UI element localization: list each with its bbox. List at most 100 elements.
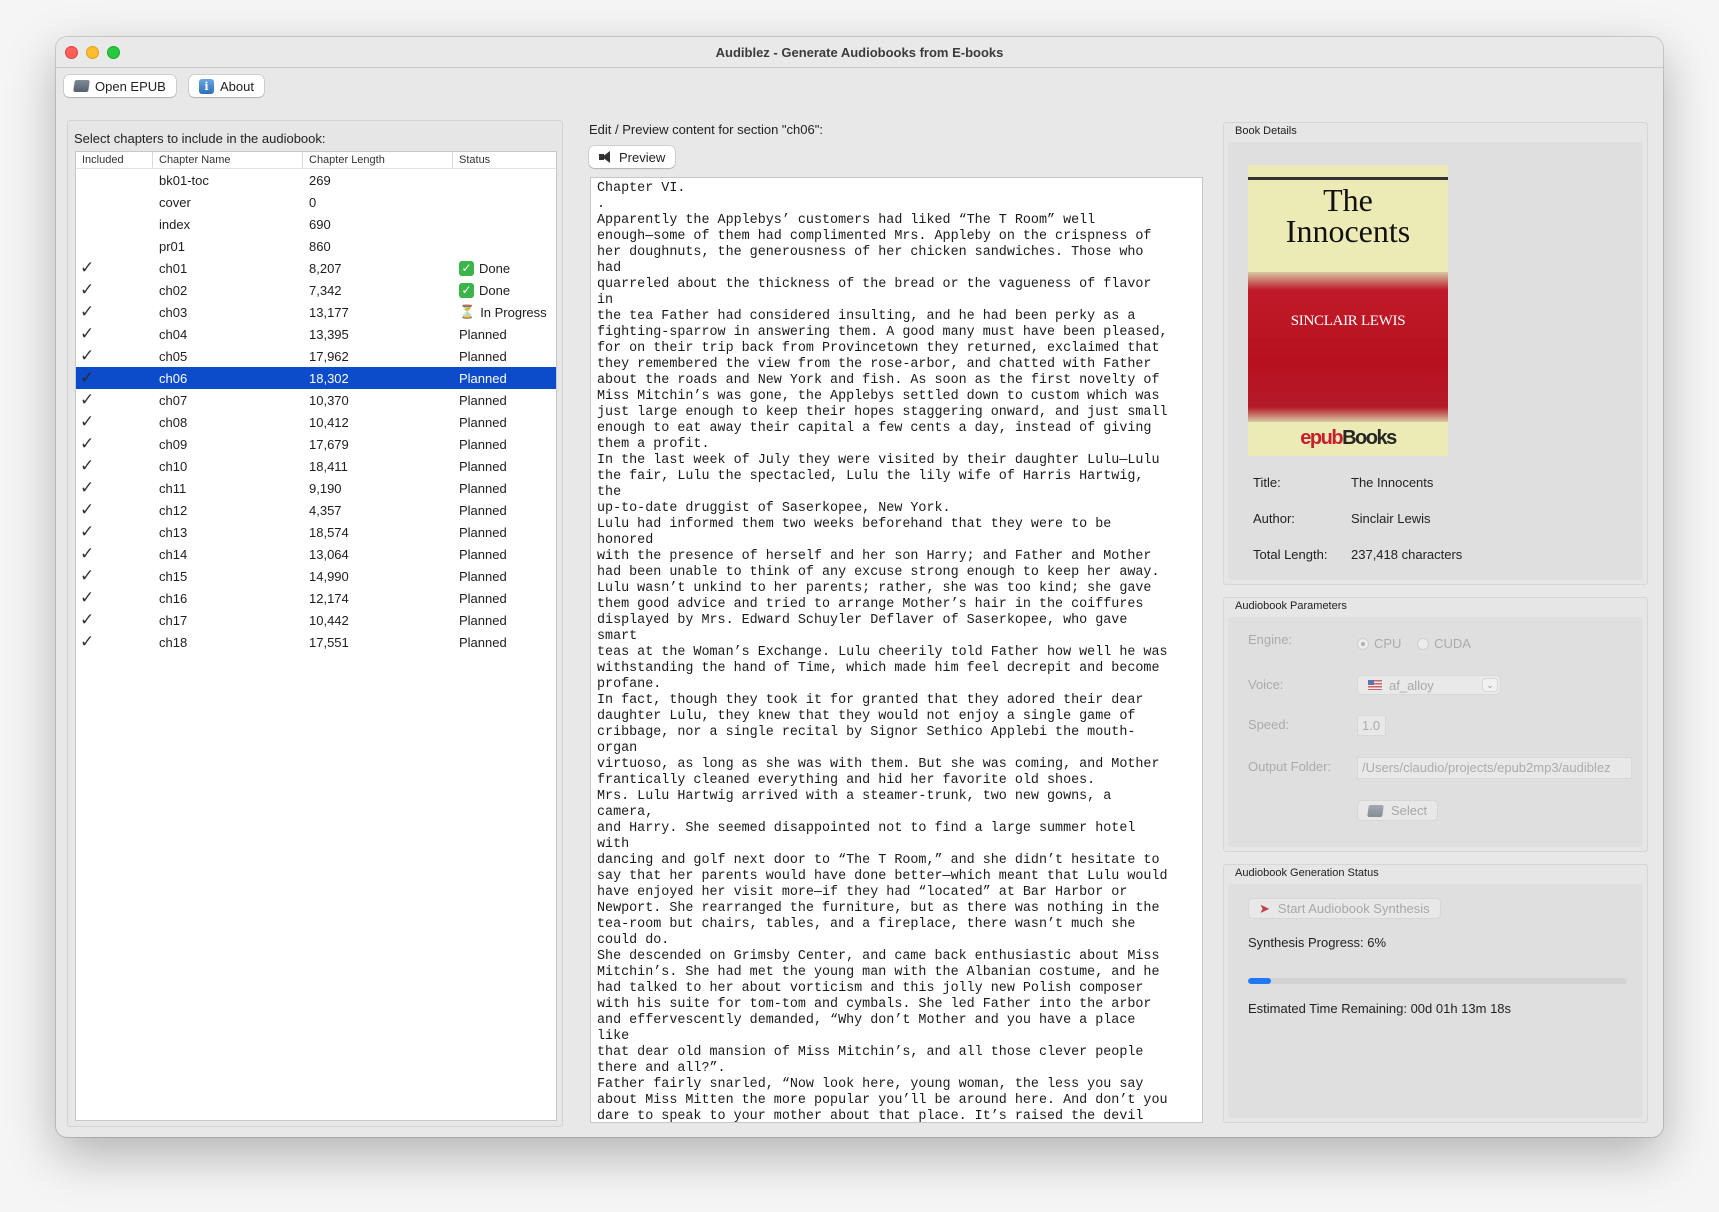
start-synthesis-label: Start Audiobook Synthesis bbox=[1277, 901, 1430, 916]
chapter-length: 860 bbox=[309, 238, 331, 254]
chapter-status: ✓ Done bbox=[453, 260, 556, 276]
engine-option-cuda[interactable]: CUDA bbox=[1417, 636, 1471, 651]
table-row[interactable]: ✓ ch14 13,064 Planned bbox=[76, 543, 556, 565]
window-title: Audiblez - Generate Audiobooks from E-bo… bbox=[715, 44, 1004, 60]
included-checkmark[interactable]: ✓ bbox=[76, 521, 153, 543]
included-checkmark[interactable]: ✓ bbox=[76, 257, 153, 279]
output-folder-input[interactable]: /Users/claudio/projects/epub2mp3/audible… bbox=[1357, 757, 1632, 779]
cover-author: SINCLAIR LEWIS bbox=[1290, 313, 1406, 329]
cover-publisher-logo: epubBooks bbox=[1248, 427, 1448, 450]
engine-option-cpu[interactable]: CPU bbox=[1357, 636, 1401, 651]
table-row[interactable]: ✓ ch11 9,190 Planned bbox=[76, 477, 556, 499]
status-text: Planned bbox=[459, 634, 507, 650]
hourglass-icon: ⏳ bbox=[459, 304, 476, 319]
included-checkmark[interactable]: ✓ bbox=[76, 477, 153, 499]
chapter-status: Planned bbox=[453, 525, 556, 540]
table-row[interactable]: ✓ ch01 8,207 ✓ Done bbox=[76, 257, 556, 279]
included-checkmark[interactable] bbox=[76, 169, 153, 191]
included-checkmark[interactable] bbox=[76, 191, 153, 213]
preview-button[interactable]: Preview bbox=[589, 146, 676, 168]
table-row[interactable]: ✓ ch04 13,395 Planned bbox=[76, 323, 556, 345]
chevron-down-icon: ⌄ bbox=[1482, 678, 1498, 692]
parameters-body: Engine: CPU CUDA Voice: af_alloy ⌄ Speed… bbox=[1228, 617, 1643, 847]
start-synthesis-button[interactable]: ➤ Start Audiobook Synthesis bbox=[1248, 898, 1441, 919]
table-row[interactable]: ✓ ch06 18,302 Planned bbox=[76, 367, 556, 389]
book-details-body: The Innocents SINCLAIR LEWIS epubBooks T… bbox=[1228, 142, 1643, 580]
radio-cuda[interactable] bbox=[1417, 638, 1430, 650]
us-flag-icon bbox=[1368, 680, 1382, 690]
column-header-chapter-name[interactable]: Chapter Name bbox=[153, 152, 303, 168]
included-checkmark[interactable]: ✓ bbox=[76, 433, 153, 455]
cover-red-band bbox=[1248, 272, 1448, 422]
included-checkmark[interactable] bbox=[76, 235, 153, 257]
voice-value: af_alloy bbox=[1389, 677, 1434, 693]
included-checkmark[interactable]: ✓ bbox=[76, 587, 153, 609]
included-checkmark[interactable]: ✓ bbox=[76, 279, 153, 301]
minimize-window-button[interactable] bbox=[86, 46, 99, 59]
open-epub-label: Open EPUB bbox=[95, 78, 166, 94]
table-row[interactable]: ✓ ch16 12,174 Planned bbox=[76, 587, 556, 609]
table-row[interactable]: ✓ ch12 4,357 Planned bbox=[76, 499, 556, 521]
radio-cpu[interactable] bbox=[1357, 638, 1369, 650]
book-details-title: Book Details bbox=[1235, 125, 1297, 137]
chapter-length: 13,064 bbox=[309, 546, 349, 562]
book-details-group: Book Details The Innocents SINCLAIR LEWI… bbox=[1223, 122, 1648, 585]
included-checkmark[interactable]: ✓ bbox=[76, 323, 153, 345]
included-checkmark[interactable]: ✓ bbox=[76, 367, 153, 389]
maximize-window-button[interactable] bbox=[107, 46, 120, 59]
included-checkmark[interactable]: ✓ bbox=[76, 631, 153, 653]
table-row[interactable]: ✓ ch08 10,412 Planned bbox=[76, 411, 556, 433]
chapter-text-editor[interactable]: Chapter VI. . Apparently the Applebys’ c… bbox=[590, 177, 1203, 1123]
included-checkmark[interactable]: ✓ bbox=[76, 609, 153, 631]
table-row[interactable]: ✓ ch13 18,574 Planned bbox=[76, 521, 556, 543]
chapter-name: ch02 bbox=[159, 282, 188, 298]
open-epub-button[interactable]: Open EPUB bbox=[64, 75, 176, 97]
chapter-length: 8,207 bbox=[309, 260, 342, 276]
table-row[interactable]: ✓ ch09 17,679 Planned bbox=[76, 433, 556, 455]
voice-select[interactable]: af_alloy ⌄ bbox=[1357, 675, 1501, 695]
table-row[interactable]: cover 0 bbox=[76, 191, 556, 213]
table-row[interactable]: ✓ ch15 14,990 Planned bbox=[76, 565, 556, 587]
status-text: Done bbox=[479, 260, 511, 276]
included-checkmark[interactable]: ✓ bbox=[76, 301, 153, 323]
included-checkmark[interactable]: ✓ bbox=[76, 389, 153, 411]
close-window-button[interactable] bbox=[65, 46, 78, 59]
included-checkmark[interactable]: ✓ bbox=[76, 499, 153, 521]
column-header-included[interactable]: Included bbox=[76, 152, 153, 168]
chapters-table[interactable]: Included Chapter Name Chapter Length Sta… bbox=[75, 151, 557, 1121]
table-row[interactable]: ✓ ch18 17,551 Planned bbox=[76, 631, 556, 653]
cover-publisher-part1: epub bbox=[1300, 427, 1343, 449]
engine-label: Engine: bbox=[1248, 632, 1293, 647]
select-folder-button[interactable]: Select bbox=[1357, 800, 1439, 821]
column-header-chapter-length[interactable]: Chapter Length bbox=[303, 152, 453, 168]
column-header-status[interactable]: Status bbox=[453, 152, 556, 168]
status-title: Audiobook Generation Status bbox=[1235, 867, 1379, 879]
app-window: Audiblez - Generate Audiobooks from E-bo… bbox=[56, 37, 1663, 1137]
included-checkmark[interactable]: ✓ bbox=[76, 455, 153, 477]
rocket-icon: ➤ bbox=[1259, 900, 1270, 916]
chapters-label: Select chapters to include in the audiob… bbox=[74, 131, 326, 146]
table-row[interactable]: ✓ ch17 10,442 Planned bbox=[76, 609, 556, 631]
table-row[interactable]: ✓ ch07 10,370 Planned bbox=[76, 389, 556, 411]
included-checkmark[interactable] bbox=[76, 213, 153, 235]
check-box-icon: ✓ bbox=[459, 282, 474, 298]
table-row[interactable]: ✓ ch03 13,177 ⏳ In Progress bbox=[76, 301, 556, 323]
table-row[interactable]: ✓ ch02 7,342 ✓ Done bbox=[76, 279, 556, 301]
table-row[interactable]: pr01 860 bbox=[76, 235, 556, 257]
about-button[interactable]: i About bbox=[189, 75, 264, 97]
table-row[interactable]: ✓ ch05 17,962 Planned bbox=[76, 345, 556, 367]
included-checkmark[interactable]: ✓ bbox=[76, 543, 153, 565]
speed-input[interactable]: 1.0 bbox=[1357, 715, 1386, 736]
chapter-length: 690 bbox=[309, 216, 331, 232]
length-value: 237,418 characters bbox=[1351, 547, 1463, 562]
included-checkmark[interactable]: ✓ bbox=[76, 345, 153, 367]
chapter-length: 9,190 bbox=[309, 480, 342, 496]
table-row[interactable]: bk01-toc 269 bbox=[76, 169, 556, 191]
status-text: Planned bbox=[459, 392, 507, 408]
table-row[interactable]: index 690 bbox=[76, 213, 556, 235]
included-checkmark[interactable]: ✓ bbox=[76, 411, 153, 433]
chapter-status: Planned bbox=[453, 569, 556, 584]
chapter-status: Planned bbox=[453, 393, 556, 408]
included-checkmark[interactable]: ✓ bbox=[76, 565, 153, 587]
table-row[interactable]: ✓ ch10 18,411 Planned bbox=[76, 455, 556, 477]
